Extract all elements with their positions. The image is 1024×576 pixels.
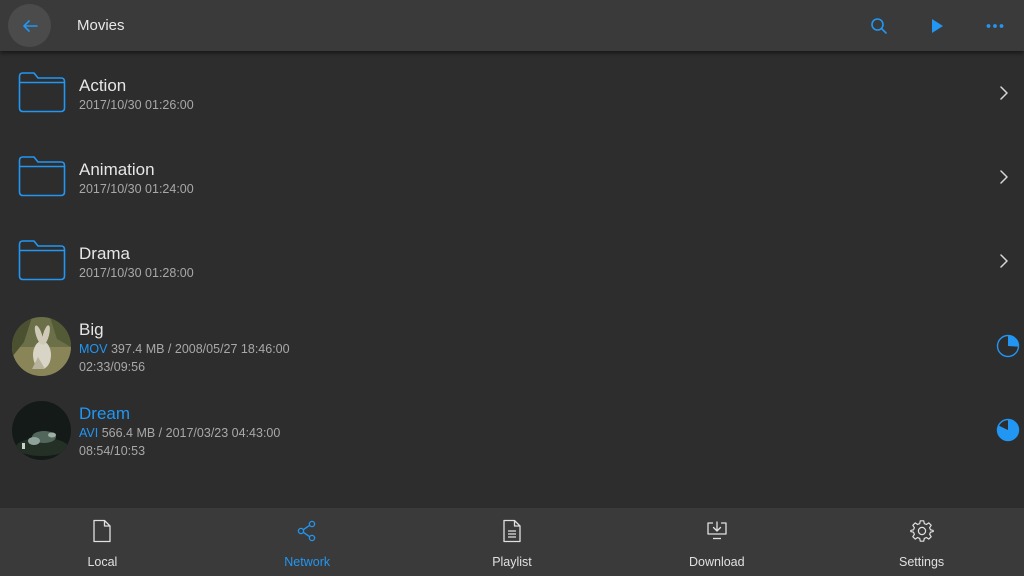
more-options-button[interactable] <box>980 11 1010 41</box>
search-icon <box>871 18 887 34</box>
nav-label: Network <box>284 555 331 569</box>
video-format: MOV <box>79 342 108 356</box>
nav-settings[interactable]: Settings <box>819 508 1024 576</box>
video-row[interactable]: Dream AVI 566.4 MB / 2017/03/23 04:43:00… <box>0 387 1024 471</box>
top-bar: Movies <box>0 0 1024 51</box>
video-position: 08:54/10:53 <box>79 444 146 458</box>
chevron-right-icon <box>1000 170 1008 184</box>
gear-icon <box>909 518 935 544</box>
video-thumbnail <box>12 401 71 460</box>
video-size-date: 566.4 MB / 2017/03/23 04:43:00 <box>98 426 281 440</box>
document-list-icon <box>499 518 525 544</box>
folder-row[interactable]: Drama 2017/10/30 01:28:00 <box>0 219 1024 303</box>
video-details: MOV 397.4 MB / 2008/05/27 18:46:00 <box>79 342 290 356</box>
folder-date: 2017/10/30 01:26:00 <box>79 98 194 112</box>
pie-progress-icon <box>996 334 1020 358</box>
bottom-nav: Local Network Playlist Download Settings <box>0 508 1024 576</box>
folder-row[interactable]: Animation 2017/10/30 01:24:00 <box>0 135 1024 219</box>
folder-icon <box>18 240 66 281</box>
arrow-left-icon <box>22 19 38 32</box>
app: Movies Action 2017/10/30 01:26:00 Animat… <box>0 0 1024 576</box>
folder-date: 2017/10/30 01:24:00 <box>79 182 194 196</box>
video-thumbnail <box>12 317 71 376</box>
video-row[interactable]: Big MOV 397.4 MB / 2008/05/27 18:46:00 0… <box>0 303 1024 387</box>
nav-playlist[interactable]: Playlist <box>410 508 615 576</box>
nav-label: Playlist <box>492 555 532 569</box>
nav-label: Settings <box>899 555 945 569</box>
page-title: Movies <box>77 17 125 34</box>
play-all-button[interactable] <box>922 11 952 41</box>
nav-download[interactable]: Download <box>614 508 819 576</box>
progress-wedge <box>1008 335 1019 347</box>
nav-network[interactable]: Network <box>205 508 410 576</box>
download-icon <box>704 518 730 544</box>
video-size-date: 397.4 MB / 2008/05/27 18:46:00 <box>107 342 290 356</box>
folder-date: 2017/10/30 01:28:00 <box>79 266 194 280</box>
video-format: AVI <box>79 426 99 440</box>
file-icon <box>89 518 115 544</box>
play-icon <box>932 19 943 33</box>
more-horizontal-icon <box>986 24 1004 28</box>
folder-name: Animation <box>79 160 155 179</box>
video-details: AVI 566.4 MB / 2017/03/23 04:43:00 <box>79 426 280 440</box>
pie-progress-icon <box>996 418 1020 442</box>
file-list: Action 2017/10/30 01:26:00 Animation 201… <box>0 51 1024 508</box>
folder-name: Action <box>79 76 127 95</box>
video-position: 02:33/09:56 <box>79 360 146 374</box>
back-button[interactable] <box>8 4 51 47</box>
chevron-right-icon <box>1000 86 1008 100</box>
share-icon <box>294 518 320 544</box>
folder-row[interactable]: Action 2017/10/30 01:26:00 <box>0 51 1024 135</box>
video-name: Dream <box>79 404 131 423</box>
search-button[interactable] <box>864 11 894 41</box>
video-name: Big <box>79 320 104 339</box>
folder-name: Drama <box>79 244 131 263</box>
chevron-right-icon <box>1000 254 1008 268</box>
folder-icon <box>18 72 66 113</box>
folder-icon <box>18 156 66 197</box>
nav-label: Local <box>87 555 118 569</box>
nav-label: Download <box>688 555 745 569</box>
nav-local[interactable]: Local <box>0 508 205 576</box>
